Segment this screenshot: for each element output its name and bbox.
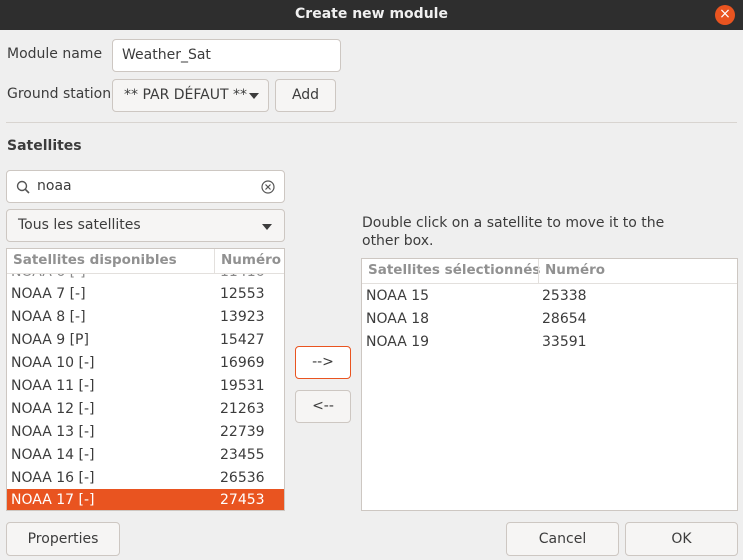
add-label: Add [291, 87, 320, 103]
transfer-hint: Double click on a satellite to move it t… [362, 215, 665, 249]
list-item[interactable]: NOAA 10 [-] 16969 [7, 352, 284, 375]
list-item[interactable]: NOAA 14 [-] 23455 [7, 444, 284, 467]
list-item[interactable]: NOAA 9 [P] 15427 [7, 329, 284, 352]
properties-label: Properties [27, 531, 99, 547]
list-item[interactable]: NOAA 11 [-] 19531 [7, 375, 284, 398]
list-item-selected[interactable]: NOAA 17 [-] 27453 [7, 489, 284, 510]
move-left-label: <-- [312, 398, 334, 414]
move-right-label: --> [312, 354, 334, 370]
column-header-name[interactable]: Satellites disponibles [13, 252, 177, 268]
satellites-heading: Satellites [7, 138, 82, 154]
ground-station-label: Ground station [7, 86, 112, 102]
title-bar: Create new module [0, 0, 743, 30]
selected-satellites-list[interactable]: Satellites sélectionnés Numéro NOAA 15 25… [361, 258, 738, 511]
available-list-header: Satellites disponibles Numéro [7, 249, 284, 274]
module-name-input[interactable]: Weather_Sat [112, 39, 341, 72]
ground-station-dropdown[interactable]: ** PAR DÉFAUT ** [112, 79, 269, 112]
ok-label: OK [671, 531, 692, 547]
column-header-name[interactable]: Satellites sélectionnés [368, 262, 540, 278]
list-item[interactable]: NOAA 12 [-] 21263 [7, 398, 284, 421]
clear-icon[interactable] [261, 180, 275, 194]
chevron-down-icon [262, 224, 272, 230]
list-item[interactable]: NOAA 16 [-] 26536 [7, 467, 284, 490]
list-item[interactable]: NOAA 8 [-] 13923 [7, 306, 284, 329]
list-item[interactable]: NOAA 15 25338 [362, 285, 737, 308]
available-satellites-list[interactable]: NOAA 6 [-] 11416 Satellites disponibles … [6, 248, 285, 511]
list-item[interactable]: NOAA 13 [-] 22739 [7, 421, 284, 444]
cancel-button[interactable]: Cancel [506, 522, 619, 556]
selected-list-header: Satellites sélectionnés Numéro [362, 259, 737, 284]
ground-station-value: ** PAR DÉFAUT ** [124, 87, 247, 103]
search-icon [16, 180, 30, 194]
list-item[interactable]: NOAA 19 33591 [362, 331, 737, 354]
list-item[interactable]: NOAA 7 [-] 12553 [7, 283, 284, 306]
satellite-filter-dropdown[interactable]: Tous les satellites [6, 209, 285, 242]
add-button[interactable]: Add [275, 79, 336, 112]
window-title: Create new module [295, 6, 448, 22]
separator [6, 122, 737, 123]
column-divider [538, 259, 539, 283]
column-divider [214, 249, 215, 273]
module-name-value: Weather_Sat [122, 47, 211, 63]
column-header-number[interactable]: Numéro [545, 262, 605, 278]
module-name-label: Module name [7, 46, 103, 62]
column-header-number[interactable]: Numéro [221, 252, 281, 268]
chevron-down-icon [249, 93, 259, 99]
properties-button[interactable]: Properties [6, 522, 120, 556]
ok-button[interactable]: OK [625, 522, 738, 556]
move-left-button[interactable]: <-- [295, 390, 351, 423]
move-right-button[interactable]: --> [295, 346, 351, 379]
search-value: noaa [37, 178, 72, 194]
cancel-label: Cancel [538, 531, 587, 547]
list-item[interactable]: NOAA 18 28654 [362, 308, 737, 331]
close-icon: × [719, 6, 731, 22]
search-input[interactable]: noaa [6, 170, 285, 203]
filter-value: Tous les satellites [18, 217, 141, 233]
close-button[interactable]: × [715, 5, 735, 25]
